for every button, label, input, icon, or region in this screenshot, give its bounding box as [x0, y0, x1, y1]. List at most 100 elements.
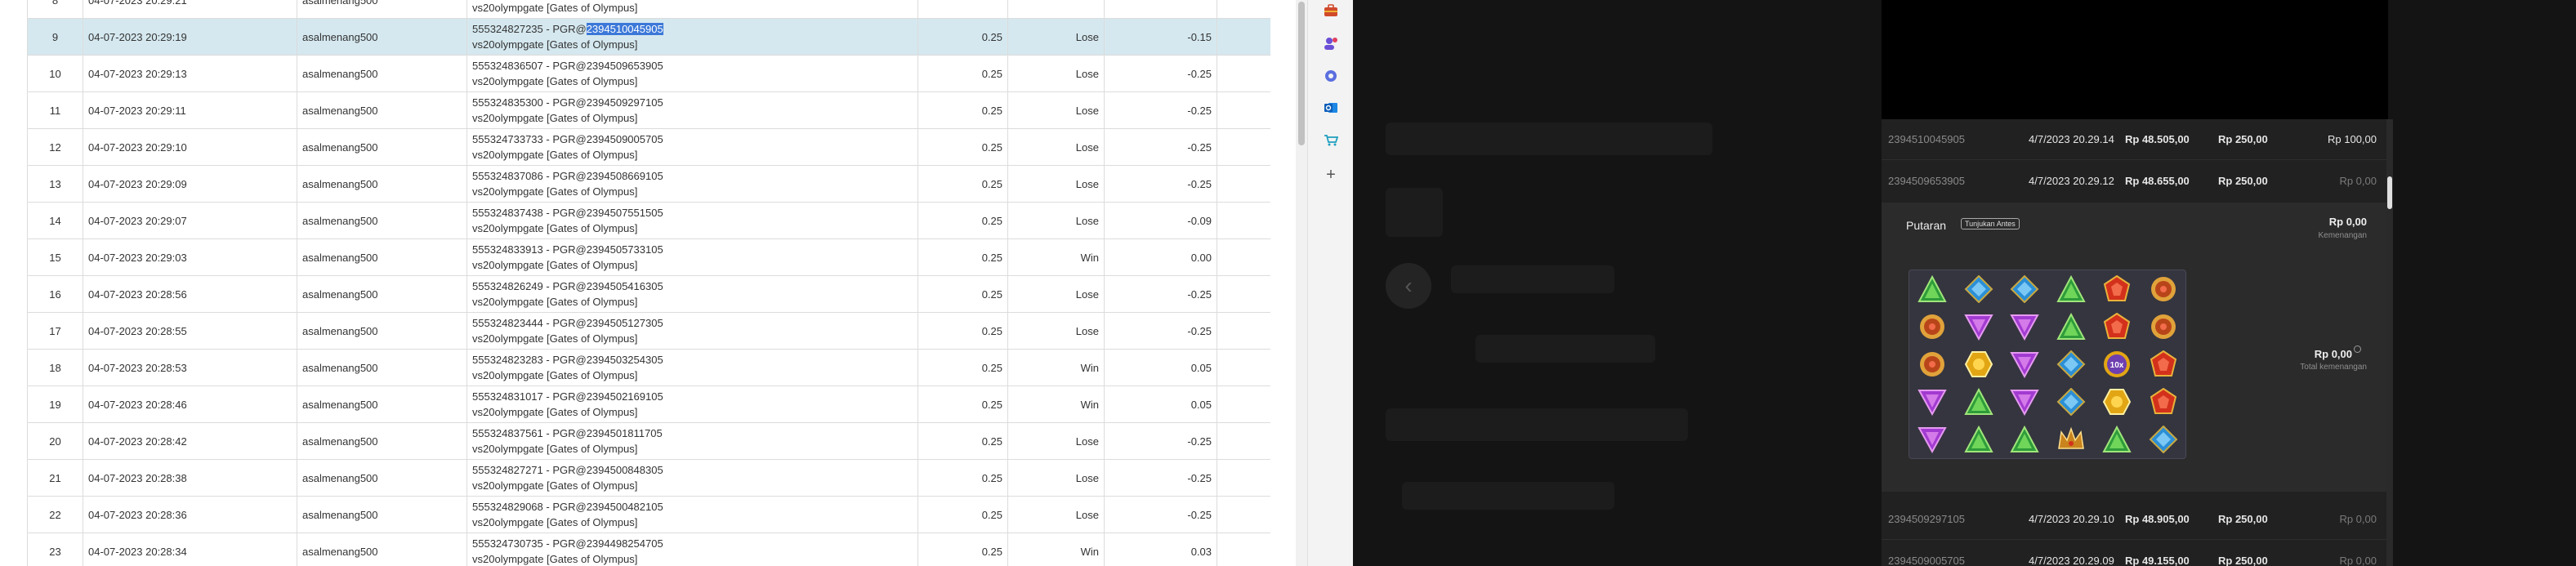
table-scrollbar[interactable] [1296, 0, 1307, 566]
table-row[interactable]: 9 04-07-2023 20:29:19 asalmenang500 5553248… [27, 18, 1270, 56]
cell-result: Lose [1007, 496, 1105, 533]
cell-game: vs20olympgate [Gates of Olympus] [472, 149, 638, 161]
table-row-partial[interactable]: 8 04-07-2023 20:29:21 asalmenang500 vs20… [27, 0, 1270, 19]
table-row[interactable]: 19 04-07-2023 20:28:46 asalmenang500 555324… [27, 386, 1270, 423]
gem-red-icon [2097, 274, 2136, 305]
table-row[interactable]: 16 04-07-2023 20:28:56 asalmenang500 555324… [27, 275, 1270, 313]
history-bet: Rp 250,00 [2218, 133, 2268, 145]
tx-round-id[interactable]: 2394509005705 [587, 133, 663, 145]
cell-balance: 0.00 [1217, 349, 1270, 386]
cell-date: 04-07-2023 20:28:55 [83, 312, 297, 350]
tx-round-id[interactable]: 2394498254705 [587, 537, 663, 550]
cell-desc: 555324835300 - PGR@2394509297105 vs20olym… [467, 91, 918, 129]
table-row[interactable]: 13 04-07-2023 20:29:09 asalmenang500 555324… [27, 165, 1270, 203]
cell-tx-id: 555324733733 - PGR@2394509005705 [472, 131, 913, 147]
gem-purple-icon [1959, 311, 1998, 342]
table-row[interactable]: 18 04-07-2023 20:28:53 asalmenang500 555324… [27, 349, 1270, 386]
cell-result: Lose [1007, 422, 1105, 460]
tx-round-id[interactable]: 2394500848305 [587, 464, 663, 476]
cart-icon[interactable] [1322, 131, 1340, 149]
history-row[interactable]: 2394509653905 4/7/2023 20.29.12 Rp 48.65… [1882, 160, 2388, 201]
show-antes-button[interactable]: Tunjukan Antes [1961, 218, 2020, 230]
plus-icon[interactable]: + [1322, 166, 1340, 184]
tx-round-id[interactable]: 2394505416305 [587, 280, 663, 292]
table-row[interactable]: 14 04-07-2023 20:29:07 asalmenang500 555324… [27, 202, 1270, 239]
tx-round-id[interactable]: 2394507551505 [587, 207, 663, 219]
info-icon[interactable] [2354, 345, 2361, 353]
table-scrollbar-thumb[interactable] [1298, 2, 1305, 145]
tx-round-id[interactable]: 2394502169105 [587, 390, 663, 403]
cell-game: vs20olympgate [Gates of Olympus] [472, 479, 638, 492]
tx-round-id[interactable]: 2394505733105 [587, 243, 663, 256]
table-row[interactable]: 23 04-07-2023 20:28:34 asalmenang500 555324… [27, 533, 1270, 566]
history-scrollbar[interactable] [2386, 119, 2393, 566]
gem-yellow-icon [2097, 386, 2136, 417]
gem-blue-icon [2005, 274, 2044, 305]
cell-no: 10 [27, 55, 83, 92]
history-row[interactable]: 2394509005705 4/7/2023 20.29.09 Rp 49.15… [1882, 540, 2388, 566]
table-row[interactable]: 21 04-07-2023 20:28:38 asalmenang500 555324… [27, 459, 1270, 497]
cell-user: asalmenang500 [297, 55, 467, 92]
history-row[interactable]: 2394510045905 4/7/2023 20.29.14 Rp 48.50… [1882, 119, 2388, 160]
gem-blue-icon [2144, 424, 2183, 455]
briefcase-icon[interactable] [1322, 2, 1340, 20]
cell-bet: 0.25 [917, 422, 1008, 460]
history-scrollbar-thumb[interactable] [2387, 176, 2392, 209]
cell-user: asalmenang500 [297, 18, 467, 56]
cell-desc: 555324827235 - PGR@2394510045905 vs20olym… [467, 18, 918, 56]
cell-bet: 0.25 [917, 18, 1008, 56]
cell-amount: 0.05 [1104, 386, 1217, 423]
history-balance: Rp 48.655,00 [2125, 174, 2190, 187]
tx-round-id[interactable]: 2394505127305 [587, 317, 663, 329]
cell-balance: 0.00 [1217, 422, 1270, 460]
cell-user: asalmenang500 [297, 496, 467, 533]
puzzle-icon[interactable] [1322, 67, 1340, 85]
cell-game: vs20olympgate [Gates of Olympus] [472, 259, 638, 271]
history-row[interactable]: 2394509297105 4/7/2023 20.29.10 Rp 48.90… [1882, 499, 2388, 540]
history-round-id: 2394510045905 [1888, 133, 1965, 145]
cell-bet: 0.25 [917, 55, 1008, 92]
cell-amount: -0.25 [1104, 422, 1217, 460]
cell-tx-id: 555324837438 - PGR@2394507551505 [472, 205, 913, 221]
cell-balance: 0.00 [1217, 312, 1270, 350]
table-row[interactable]: 12 04-07-2023 20:29:10 asalmenang500 555324… [27, 128, 1270, 166]
cell-amount: 0.03 [1104, 533, 1217, 566]
tx-round-id[interactable]: 2394509653905 [587, 60, 663, 72]
cell-no: 20 [27, 422, 83, 460]
cell-game: vs20olympgate [Gates of Olympus] [472, 185, 638, 198]
cell-desc: 555324823444 - PGR@2394505127305 vs20olym… [467, 312, 918, 350]
table-row[interactable]: 10 04-07-2023 20:29:13 asalmenang500 555324… [27, 55, 1270, 92]
tx-round-id[interactable]: 2394503254305 [587, 354, 663, 366]
tx-round-id[interactable]: 2394500482105 [587, 501, 663, 513]
cell-date: 04-07-2023 20:28:42 [83, 422, 297, 460]
table-row[interactable]: 22 04-07-2023 20:28:36 asalmenang500 555324… [27, 496, 1270, 533]
table-row[interactable]: 20 04-07-2023 20:28:42 asalmenang500 555324… [27, 422, 1270, 460]
gem-purple-icon [1913, 424, 1952, 455]
table-row[interactable]: 11 04-07-2023 20:29:11 asalmenang500 555324… [27, 91, 1270, 129]
history-win: Rp 0,00 [2339, 513, 2377, 525]
gem-red-icon [2144, 386, 2183, 417]
cell-bet: 0.25 [917, 128, 1008, 166]
table-row[interactable]: 17 04-07-2023 20:28:55 asalmenang500 555324… [27, 312, 1270, 350]
cell-bet: 0.25 [917, 202, 1008, 239]
total-win-label: Total kemenangan [2300, 363, 2367, 372]
back-arrow-icon[interactable]: ‹ [1386, 263, 1431, 309]
cell-game: vs20olympgate [Gates of Olympus] [472, 553, 638, 565]
ghost-block [1386, 408, 1688, 441]
cell-tx-id: 555324829068 - PGR@2394500482105 [472, 499, 913, 515]
person-icon[interactable] [1322, 34, 1340, 52]
cell-tx-id: 555324833913 - PGR@2394505733105 [472, 242, 913, 257]
tx-prefix: 555324827235 - PGR@ [472, 23, 587, 35]
tx-round-id[interactable]: 2394510045905 [586, 23, 663, 35]
cell-desc: 555324836507 - PGR@2394509653905 vs20olym… [467, 55, 918, 92]
cell-no: 19 [27, 386, 83, 423]
table-row[interactable]: 15 04-07-2023 20:29:03 asalmenang500 555324… [27, 238, 1270, 276]
round-label: Putaran [1906, 219, 1947, 232]
tx-round-id[interactable]: 2394509297105 [587, 96, 663, 109]
outlook-icon[interactable] [1322, 99, 1340, 117]
history-bet: Rp 250,00 [2218, 554, 2268, 566]
tx-round-id[interactable]: 2394501811705 [587, 427, 663, 439]
tx-round-id[interactable]: 2394508669105 [587, 170, 663, 182]
cell-desc: 555324837086 - PGR@2394508669105 vs20olym… [467, 165, 918, 203]
cell-bet: 0.25 [917, 496, 1008, 533]
